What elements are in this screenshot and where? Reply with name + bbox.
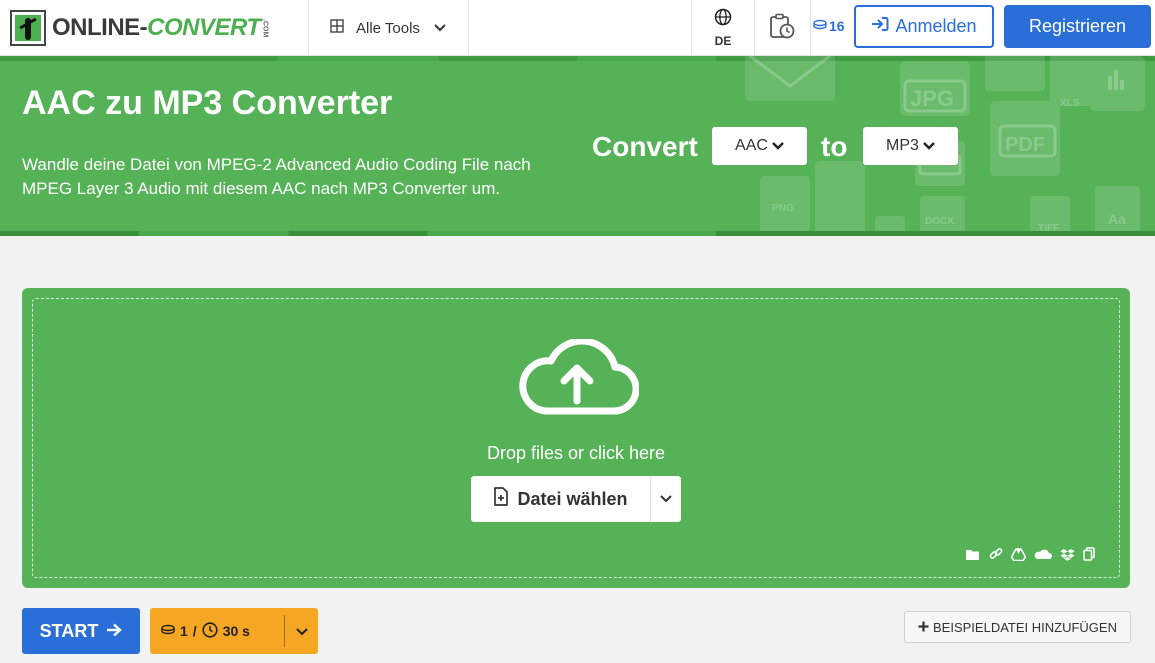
language-selector[interactable]: DE [692, 0, 754, 56]
target-format-value: MP3 [886, 137, 919, 154]
convert-label: Convert [592, 131, 698, 162]
cloud-upload-icon [515, 337, 640, 424]
arrow-right-icon [98, 621, 123, 642]
divider [810, 0, 811, 56]
top-navigation: ONLINE-CONVERT .COM Alle Tools DE 16 Anm… [0, 0, 1155, 56]
file-add-icon [493, 487, 517, 511]
page-title: AAC zu MP3 Converter [22, 84, 393, 122]
onedrive-icon[interactable] [1034, 549, 1052, 560]
credits-counter[interactable]: 16 [813, 18, 845, 34]
logo-suffix: .COM [261, 18, 269, 38]
all-tools-dropdown[interactable]: Alle Tools [310, 0, 468, 56]
dropbox-icon[interactable] [1060, 548, 1075, 561]
hero-stripe [0, 231, 1155, 236]
coin-stack-icon [813, 18, 829, 34]
login-label: Anmelden [895, 16, 977, 36]
cost-time: 30 s [222, 623, 250, 639]
svg-text:DOCX: DOCX [925, 216, 954, 227]
login-button[interactable]: Anmelden [854, 5, 994, 48]
google-drive-icon[interactable] [1011, 547, 1026, 561]
chevron-down-icon [295, 623, 308, 639]
logo-text: ONLINE-CONVERT [52, 14, 261, 41]
choose-file-label: Datei wählen [517, 488, 628, 509]
svg-text:Aa: Aa [1108, 211, 1126, 227]
page-description: Wandle deine Datei von MPEG-2 Advanced A… [22, 155, 531, 198]
cost-credits: 1 [180, 623, 188, 639]
svg-text:PDF: PDF [1005, 134, 1045, 156]
target-format-select[interactable]: MP3 [863, 127, 958, 165]
coin-stack-icon [161, 623, 175, 639]
choose-file-group: Datei wählen [471, 476, 681, 522]
drop-prompt: Drop files or click here [486, 443, 666, 463]
cost-options-toggle[interactable] [285, 623, 318, 639]
logo-icon [10, 10, 46, 46]
language-code: DE [714, 34, 732, 48]
all-tools-label: Alle Tools [356, 19, 420, 37]
clipboard-icon[interactable] [1083, 547, 1095, 561]
start-conversion-button[interactable]: START [22, 608, 140, 654]
chevron-down-icon [660, 490, 672, 508]
hero-banner: JPG PDF XLS PNG DOCX TIFF Aa AAC zu MP3 … [0, 56, 1155, 236]
svg-text:PNG: PNG [772, 203, 794, 214]
chevron-down-icon [434, 19, 446, 37]
to-label: to [821, 131, 848, 162]
upload-area: Drop files or click here Datei wählen [22, 288, 1130, 588]
globe-icon [714, 8, 732, 31]
chevron-down-icon [768, 137, 784, 155]
sign-in-icon [871, 16, 895, 37]
start-label: START [39, 620, 99, 641]
grid-icon [330, 18, 344, 38]
clock-icon [202, 621, 218, 641]
register-button[interactable]: Registrieren [1004, 5, 1151, 48]
source-format-value: AAC [735, 137, 768, 154]
cost-summary: 1 / 30 s [150, 621, 284, 641]
credits-count: 16 [829, 18, 845, 34]
choose-file-button[interactable]: Datei wählen [471, 476, 650, 522]
plus-icon [918, 620, 933, 635]
conversion-cost-indicator: 1 / 30 s [150, 608, 318, 654]
add-sample-file-button[interactable]: BEISPIELDATEI HINZUFÜGEN [904, 611, 1131, 643]
source-format-select[interactable]: AAC [712, 127, 807, 165]
upload-source-icons [965, 547, 1095, 561]
divider [468, 0, 469, 56]
cost-separator: / [192, 623, 197, 639]
link-icon[interactable] [989, 547, 1003, 561]
chevron-down-icon [919, 137, 935, 155]
choose-file-options-toggle[interactable] [651, 476, 681, 522]
clipboard-clock-icon [768, 12, 796, 45]
svg-text:JPG: JPG [910, 86, 954, 111]
svg-text:XLS: XLS [1060, 98, 1080, 109]
conversion-history-button[interactable] [754, 0, 810, 56]
divider [308, 0, 309, 56]
add-sample-file-label: BEISPIELDATEI HINZUFÜGEN [933, 619, 1117, 635]
file-drop-zone[interactable]: Drop files or click here Datei wählen [32, 298, 1120, 578]
site-logo[interactable]: ONLINE-CONVERT .COM [10, 10, 269, 46]
folder-icon[interactable] [965, 548, 981, 561]
